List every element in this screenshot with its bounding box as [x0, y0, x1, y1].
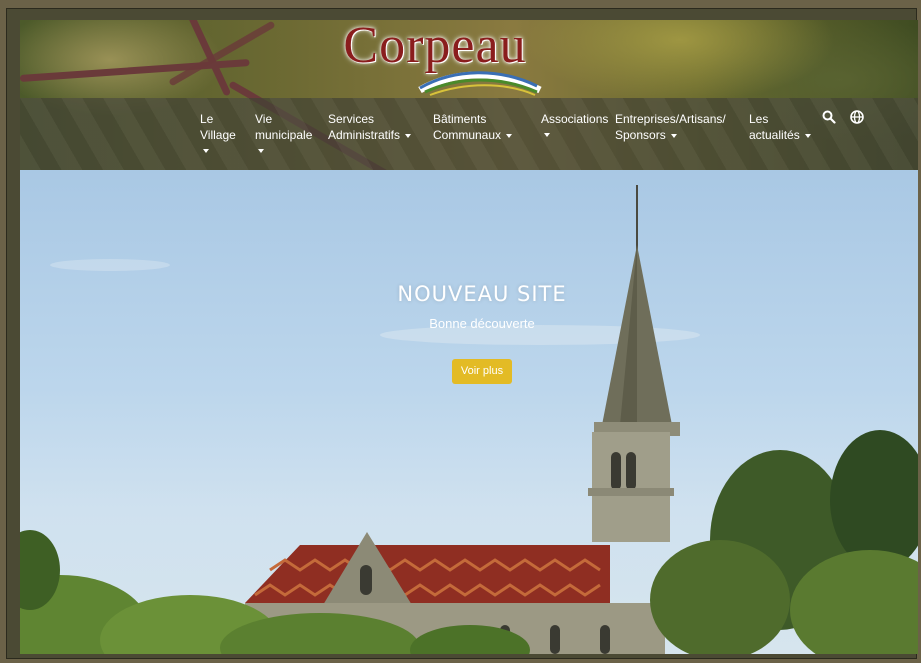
nav-label: Le	[200, 112, 214, 126]
nav-label: municipale	[255, 128, 313, 142]
hero-subtitle: Bonne découverte	[429, 316, 535, 331]
chevron-down-icon	[670, 133, 677, 138]
chevron-down-icon	[405, 133, 412, 138]
browser-page: Corpeau Le Village Vie municipale Servic…	[20, 20, 918, 654]
logo-text: Corpeau	[343, 20, 527, 74]
nav-label: Les	[749, 112, 769, 126]
hero-banner: NOUVEAU SITE Bonne découverte Voir plus	[20, 170, 918, 654]
nav-label: Communaux	[433, 128, 502, 142]
main-navigation: Le Village Vie municipale Services Admin…	[20, 98, 918, 170]
nav-item-vie-municipale[interactable]: Vie municipale	[255, 111, 312, 153]
chevron-down-icon	[506, 133, 513, 138]
chevron-down-icon	[203, 149, 209, 153]
nav-label: Administratifs	[328, 128, 401, 142]
nav-item-le-village[interactable]: Le Village	[200, 111, 236, 153]
nav-item-entreprises[interactable]: Entreprises/Artisans/ Sponsors	[615, 111, 726, 143]
nav-item-batiments-communaux[interactable]: Bâtiments Communaux	[433, 111, 513, 143]
chevron-down-icon	[544, 133, 550, 137]
nav-label: Village	[200, 128, 236, 142]
nav-label: Associations	[541, 112, 609, 126]
chevron-down-icon	[258, 149, 264, 153]
nav-item-actualites[interactable]: Les actualités	[749, 111, 811, 143]
nav-item-services-administratifs[interactable]: Services Administratifs	[328, 111, 412, 143]
search-icon[interactable]	[822, 110, 836, 129]
nav-label: Sponsors	[615, 128, 666, 142]
chevron-down-icon	[804, 133, 811, 138]
nav-label: Bâtiments	[433, 112, 487, 126]
nav-label: Entreprises/Artisans/	[615, 112, 726, 126]
hero-church-image	[20, 185, 918, 654]
nav-label: actualités	[749, 128, 800, 142]
nav-label: Services	[328, 112, 375, 126]
nav-label: Vie	[255, 112, 273, 126]
globe-icon[interactable]	[850, 110, 864, 129]
hero-title: NOUVEAU SITE	[397, 282, 567, 306]
site-logo[interactable]: Corpeau	[325, 20, 545, 98]
voir-plus-button[interactable]: Voir plus	[452, 359, 512, 384]
nav-item-associations[interactable]: Associations	[541, 111, 608, 137]
